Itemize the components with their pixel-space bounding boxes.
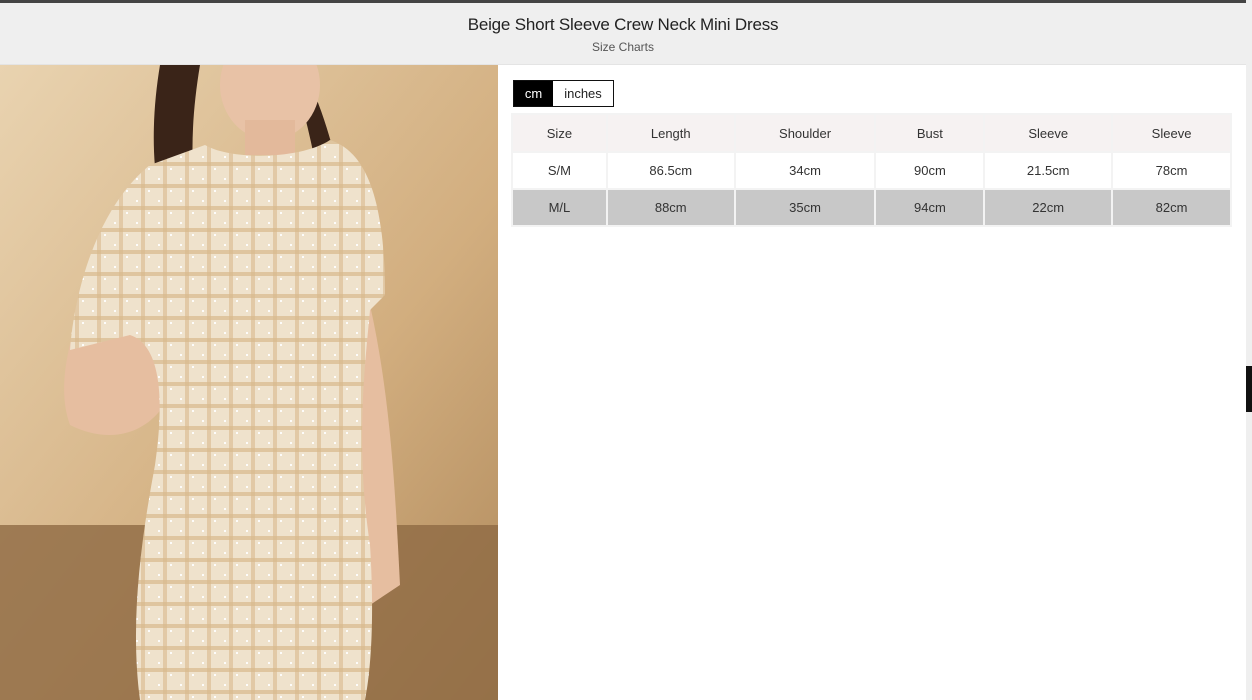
unit-cm-button[interactable]: cm bbox=[514, 81, 553, 106]
unit-toggle: cm inches bbox=[513, 80, 614, 107]
table-row: M/L 88cm 35cm 94cm 22cm 82cm bbox=[513, 190, 1230, 225]
table-cell: 82cm bbox=[1113, 190, 1230, 225]
product-photo bbox=[0, 65, 498, 700]
table-cell: 22cm bbox=[985, 190, 1112, 225]
table-cell: M/L bbox=[513, 190, 606, 225]
side-tab-marker bbox=[1246, 366, 1252, 412]
table-cell: 35cm bbox=[735, 190, 875, 225]
page-scroll-edge bbox=[1246, 0, 1252, 700]
size-table: Size Length Shoulder Bust Sleeve Sleeve … bbox=[511, 113, 1232, 227]
table-cell: 88cm bbox=[607, 190, 734, 225]
modal-header: Beige Short Sleeve Crew Neck Mini Dress … bbox=[0, 3, 1246, 65]
column-header: Size bbox=[513, 115, 606, 151]
table-header-row: Size Length Shoulder Bust Sleeve Sleeve bbox=[513, 115, 1230, 151]
size-charts-subtitle: Size Charts bbox=[591, 40, 655, 54]
table-cell: 21.5cm bbox=[985, 153, 1112, 188]
product-title: Beige Short Sleeve Crew Neck Mini Dress bbox=[467, 15, 779, 34]
column-header: Sleeve bbox=[1113, 115, 1230, 151]
table-cell: 34cm bbox=[735, 153, 875, 188]
table-cell: 78cm bbox=[1113, 153, 1230, 188]
column-header: Bust bbox=[876, 115, 984, 151]
table-cell: S/M bbox=[513, 153, 606, 188]
table-cell: 94cm bbox=[876, 190, 984, 225]
size-chart-modal: Beige Short Sleeve Crew Neck Mini Dress … bbox=[0, 3, 1246, 700]
unit-inches-button[interactable]: inches bbox=[553, 81, 613, 106]
column-header: Shoulder bbox=[735, 115, 875, 151]
table-cell: 86.5cm bbox=[607, 153, 734, 188]
column-header: Length bbox=[607, 115, 734, 151]
table-cell: 90cm bbox=[876, 153, 984, 188]
size-chart-content: cm inches Size Length Shoulder Bust Slee… bbox=[511, 80, 1233, 227]
column-header: Sleeve bbox=[985, 115, 1112, 151]
table-row: S/M 86.5cm 34cm 90cm 21.5cm 78cm bbox=[513, 153, 1230, 188]
